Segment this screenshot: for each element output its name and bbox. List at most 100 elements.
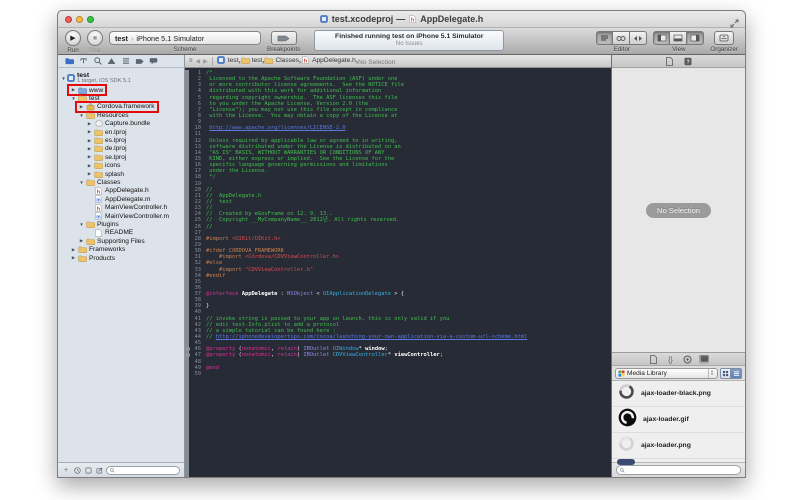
close-window-button[interactable] [65,16,72,23]
disclosure-triangle-icon[interactable]: ▶ [87,163,92,169]
disclosure-triangle-icon[interactable]: ▶ [87,121,92,127]
tree-item-supporting-files[interactable]: ▶ Supporting Files [58,237,184,245]
tree-item-splash[interactable]: ▶ splash [58,170,184,178]
disclosure-triangle-icon[interactable]: ▶ [87,171,92,177]
disclosure-triangle-icon[interactable]: ▼ [71,96,76,101]
tree-item-plugins[interactable]: ▼ Plugins [58,220,184,228]
outlet-connector-icon[interactable] [186,347,190,351]
add-icon[interactable]: + [62,466,70,474]
folder-icon [94,145,103,153]
back-icon[interactable]: ◀ [196,58,201,65]
media-item-ajax-loader-png[interactable]: ajax-loader.png [612,433,745,459]
disclosure-triangle-icon[interactable]: ▶ [71,255,76,261]
disclosure-triangle-icon[interactable]: ▼ [79,222,84,227]
tree-item-es-lproj[interactable]: ▶ es.lproj [58,136,184,144]
breadcrumb-item[interactable]: test [241,57,263,65]
tree-item-www[interactable]: ▶ www [58,86,184,94]
breadcrumb-item[interactable]: test [217,56,239,64]
debug-navigator-icon[interactable] [121,57,130,66]
run-button[interactable]: ▶ [65,30,81,46]
tree-item-frameworks[interactable]: ▶ Frameworks [58,245,184,253]
file-inspector-icon[interactable] [664,57,674,66]
tree-item-products[interactable]: ▶ Products [58,254,184,262]
folder-icon [241,57,250,65]
debug-panel-toggle[interactable] [670,31,687,45]
scm-status-icon[interactable] [84,466,92,474]
media-library-icon[interactable] [699,355,709,364]
minimize-window-button[interactable] [76,16,83,23]
source-editor[interactable]: ≡ ◀ ▶ test›test›Classes›hAppDelegate.h›N… [185,55,611,477]
scroll-thumb[interactable] [617,459,635,465]
code-area[interactable]: 1234567891011121314151617181920212223242… [185,68,611,477]
folder-icon [78,254,87,262]
scheme-selector[interactable]: test › iPhone 5.1 Simulator [109,31,261,45]
tree-item-resources[interactable]: ▼ Resources [58,111,184,119]
library-search-field[interactable] [616,465,741,475]
tree-item-project[interactable]: ▼ test 1 target, iOS SDK 5.1 [58,70,184,86]
list-view-button[interactable] [731,368,742,379]
unsaved-files-icon[interactable] [95,466,103,474]
disclosure-triangle-icon[interactable]: ▼ [79,113,84,118]
breadcrumb-item[interactable]: hAppDelegate.h [301,56,356,64]
breadcrumb-item[interactable]: No Selection [358,59,395,66]
tree-item-icons[interactable]: ▶ icons [58,162,184,170]
log-navigator-icon[interactable] [149,57,158,66]
disclosure-triangle-icon[interactable]: ▼ [79,180,84,185]
media-item-ajax-loader-black-png[interactable]: ajax-loader-black.png [612,381,745,407]
grid-view-button[interactable] [720,368,731,379]
library-type-dropdown[interactable]: Media Library ▴▾ [615,368,718,379]
disclosure-triangle-icon[interactable]: ▶ [87,138,92,144]
code-line [206,371,611,377]
breakpoints-button[interactable] [271,31,297,45]
tree-item-mainviewcontroller-h[interactable]: h MainViewController.h [58,203,184,211]
standard-editor-button[interactable] [596,31,613,45]
breakpoint-navigator-icon[interactable] [135,57,144,66]
project-navigator-icon[interactable] [65,57,74,66]
code-snippet-library-icon[interactable]: {} [665,355,675,364]
symbol-navigator-icon[interactable] [79,57,88,66]
jumpbar-divider [212,57,213,66]
organizer-button[interactable] [714,31,734,45]
tree-item-appdelegate-m[interactable]: m AppDelegate.m [58,195,184,203]
media-item-ajax-loader-gif[interactable]: ajax-loader.gif [612,407,745,433]
tree-item-appdelegate-h[interactable]: h AppDelegate.h [58,187,184,195]
disclosure-triangle-icon[interactable]: ▶ [87,146,92,152]
stop-button[interactable]: ■ [87,30,103,46]
zoom-window-button[interactable] [87,16,94,23]
assistant-editor-button[interactable] [613,31,630,45]
navigator-panel-toggle[interactable] [653,31,670,45]
version-editor-button[interactable] [630,31,647,45]
tree-item-de-lproj[interactable]: ▶ de.lproj [58,145,184,153]
disclosure-triangle-icon[interactable]: ▶ [87,129,92,135]
disclosure-triangle-icon[interactable]: ▶ [79,238,84,244]
disclosure-triangle-icon[interactable]: ▶ [71,247,76,253]
outlet-connector-icon[interactable] [186,353,190,357]
tree-item-en-lproj[interactable]: ▶ en.lproj [58,128,184,136]
forward-icon[interactable]: ▶ [203,58,208,65]
disclosure-triangle-icon[interactable]: ▶ [87,154,92,160]
tree-item-test[interactable]: ▼ test [58,94,184,102]
breadcrumb-item[interactable]: Classes [264,57,298,65]
tree-item-se-lproj[interactable]: ▶ se.lproj [58,153,184,161]
navigator-filter-field[interactable] [106,466,180,475]
issue-navigator-icon[interactable] [107,57,116,66]
fullscreen-icon[interactable] [730,15,739,24]
disclosure-triangle-icon[interactable]: ▶ [71,87,76,93]
window-titlebar[interactable]: test.xcodeproj — h AppDelegate.h [58,11,745,28]
quick-help-icon[interactable]: ? [683,57,693,66]
related-items-menu-icon[interactable]: ≡ [189,58,193,64]
search-navigator-icon[interactable] [93,57,102,66]
tree-item-readme[interactable]: README [58,229,184,237]
scheme-chevron-icon: › [131,34,133,43]
tree-item-capture-bundle[interactable]: ▶ Capture.bundle [58,120,184,128]
tree-item-classes[interactable]: ▼ Classes [58,178,184,186]
tree-item-cordova-framework[interactable]: ▶ Cordova.framework [58,103,184,111]
breadcrumb-label: test [252,57,263,64]
object-library-icon[interactable] [682,355,692,364]
tree-item-mainviewcontroller-m[interactable]: m MainViewController.m [58,212,184,220]
clock-icon[interactable] [73,466,81,474]
file-template-library-icon[interactable] [648,355,658,364]
utilities-panel-toggle[interactable] [687,31,704,45]
disclosure-triangle-icon[interactable]: ▶ [79,104,84,110]
line-number-gutter[interactable]: 1234567891011121314151617181920212223242… [189,70,203,477]
